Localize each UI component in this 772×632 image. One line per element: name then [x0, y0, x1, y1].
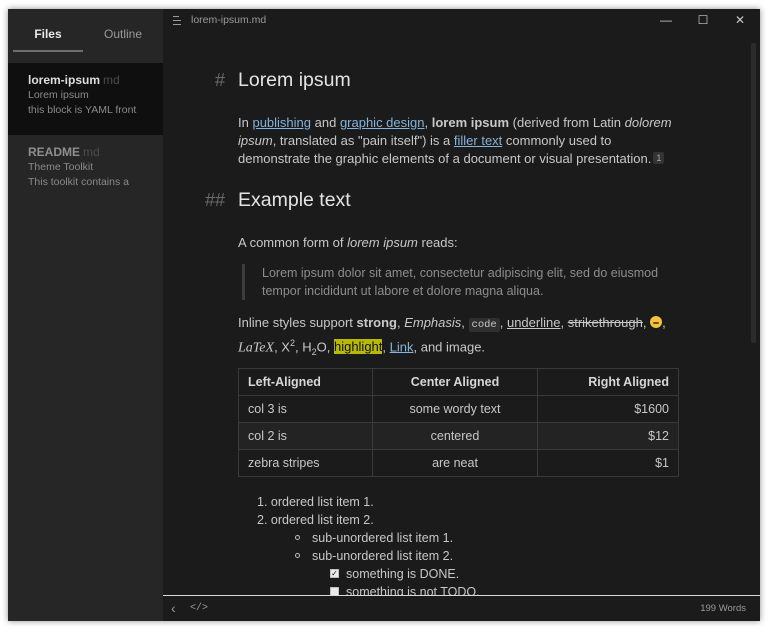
- inline-styles-paragraph: Inline styles support strong, Emphasis , …: [238, 314, 685, 361]
- text: , X: [274, 339, 290, 355]
- file-item-readme[interactable]: README md Theme Toolkit This toolkit cont…: [8, 135, 163, 207]
- table-cell: centered: [372, 422, 538, 450]
- footnote-marker[interactable]: 1: [653, 152, 665, 164]
- strong-text: strong: [356, 315, 397, 330]
- heading-2-marker: ##: [205, 190, 226, 210]
- minimize-button[interactable]: —: [658, 12, 674, 28]
- inline-link[interactable]: Link: [390, 339, 414, 354]
- link-filler-text[interactable]: filler text: [454, 133, 502, 148]
- file-name: README: [28, 145, 81, 159]
- maximize-button[interactable]: ☐: [695, 12, 711, 28]
- editor-window: Files Outline lorem-ipsum md Lorem ipsum …: [8, 9, 760, 621]
- table-row: col 2 is centered $12: [238, 422, 679, 450]
- tab-outline[interactable]: Outline: [88, 27, 158, 41]
- grin-emoji-icon: [650, 316, 663, 328]
- blockquote: Lorem ipsum dolor sit amet, consectetur …: [242, 264, 682, 300]
- text: In: [238, 115, 253, 130]
- bold-text: lorem ipsum: [431, 115, 510, 130]
- back-chevron-icon[interactable]: ‹: [171, 600, 176, 616]
- text: , H: [294, 339, 312, 355]
- text: ,: [424, 115, 432, 130]
- table-cell: $1: [537, 449, 679, 477]
- close-button[interactable]: ✕: [732, 12, 748, 28]
- text: (derived from Latin: [509, 115, 625, 130]
- table-cell: zebra stripes: [238, 449, 373, 477]
- text: ,: [461, 315, 469, 330]
- table-header: Right Aligned: [537, 368, 679, 396]
- table-header: Left-Aligned: [238, 368, 373, 396]
- underline-text: underline: [506, 315, 561, 330]
- table-cell: are neat: [372, 449, 538, 477]
- italic-text: lorem ipsum: [347, 235, 418, 250]
- text: , translated as "pain itself") is a: [272, 133, 454, 148]
- task-checkbox-checked[interactable]: ✓: [330, 569, 339, 578]
- text: reads:: [417, 235, 458, 250]
- heading-1: Lorem ipsum: [238, 69, 351, 91]
- task-checkbox-unchecked[interactable]: [330, 587, 339, 595]
- unordered-list-item: sub-unordered list item 1.: [312, 531, 454, 545]
- highlight-text: highlight: [333, 339, 383, 355]
- file-preview-line: Theme Toolkit: [28, 161, 94, 173]
- strikethrough-text: strikethrough: [567, 315, 643, 330]
- status-bar: ‹ </> 199 Words: [163, 595, 760, 621]
- heading-1-marker: #: [215, 70, 226, 90]
- table-cell: $1600: [537, 395, 679, 423]
- table-header-row: Left-Aligned Center Aligned Right Aligne…: [238, 368, 679, 396]
- task-list-item: something is DONE.: [346, 567, 460, 581]
- file-preview-line: Lorem ipsum: [28, 89, 89, 101]
- unordered-list-item: sub-unordered list item 2.: [312, 549, 454, 563]
- markdown-table: Left-Aligned Center Aligned Right Aligne…: [238, 368, 679, 477]
- file-item-lorem-ipsum[interactable]: lorem-ipsum md Lorem ipsum this block is …: [8, 63, 163, 135]
- file-preview-line: This toolkit contains a: [28, 176, 129, 188]
- text: O,: [316, 339, 334, 355]
- active-tab-indicator: [13, 50, 83, 52]
- text: Inline styles support: [238, 315, 357, 330]
- text: ,: [560, 315, 568, 330]
- table-cell: some wordy text: [372, 395, 538, 423]
- file-ext: md: [103, 73, 120, 87]
- file-ext: md: [83, 145, 100, 159]
- menu-icon[interactable]: [173, 16, 181, 25]
- latex-formula: LaTeX: [238, 340, 275, 356]
- table-cell: col 3 is: [238, 395, 373, 423]
- intro-paragraph: In publishing and graphic design, lorem …: [238, 114, 685, 168]
- titlebar: lorem-ipsum.md — ☐ ✕: [163, 9, 760, 33]
- word-count[interactable]: 199 Words: [700, 603, 746, 614]
- common-form-paragraph: A common form of lorem ipsum reads:: [238, 234, 685, 252]
- ordered-list-item: 2. ordered list item 2.: [257, 513, 374, 527]
- text: and: [311, 115, 340, 130]
- editor-content[interactable]: # Lorem ipsum In publishing and graphic …: [163, 33, 760, 595]
- table-cell: col 2 is: [238, 422, 373, 450]
- table-row: col 3 is some wordy text $1600: [238, 395, 679, 423]
- text: A common form of: [238, 235, 348, 250]
- text: ,: [382, 339, 390, 355]
- source-code-icon[interactable]: </>: [190, 603, 208, 614]
- task-list-item: something is not TODO.: [346, 585, 480, 595]
- file-name: lorem-ipsum: [28, 73, 101, 87]
- bullet-icon: [295, 553, 300, 558]
- link-graphic-design[interactable]: graphic design: [340, 115, 425, 130]
- text: ,: [499, 315, 507, 330]
- bullet-icon: [295, 535, 300, 540]
- tab-files[interactable]: Files: [13, 27, 83, 41]
- sidebar-tabs: Files Outline: [8, 9, 163, 61]
- table-cell: $12: [537, 422, 679, 450]
- text: ,: [662, 315, 666, 330]
- inline-code: code: [468, 318, 500, 332]
- text: ,: [642, 315, 651, 330]
- ordered-list-item: 1. ordered list item 1.: [257, 495, 374, 509]
- emphasis-text: Emphasis: [404, 315, 462, 330]
- table-header: Center Aligned: [372, 368, 538, 396]
- text: , and image.: [413, 339, 486, 355]
- link-publishing[interactable]: publishing: [252, 115, 311, 130]
- document-title: lorem-ipsum.md: [191, 14, 267, 26]
- scrollbar-thumb[interactable]: [751, 43, 756, 343]
- file-preview-line: this block is YAML front: [28, 104, 137, 116]
- table-row: zebra stripes are neat $1: [238, 449, 679, 477]
- heading-2: Example text: [238, 189, 351, 211]
- sidebar: Files Outline lorem-ipsum md Lorem ipsum …: [8, 9, 163, 621]
- file-title: README md: [28, 145, 163, 160]
- file-title: lorem-ipsum md: [28, 73, 163, 88]
